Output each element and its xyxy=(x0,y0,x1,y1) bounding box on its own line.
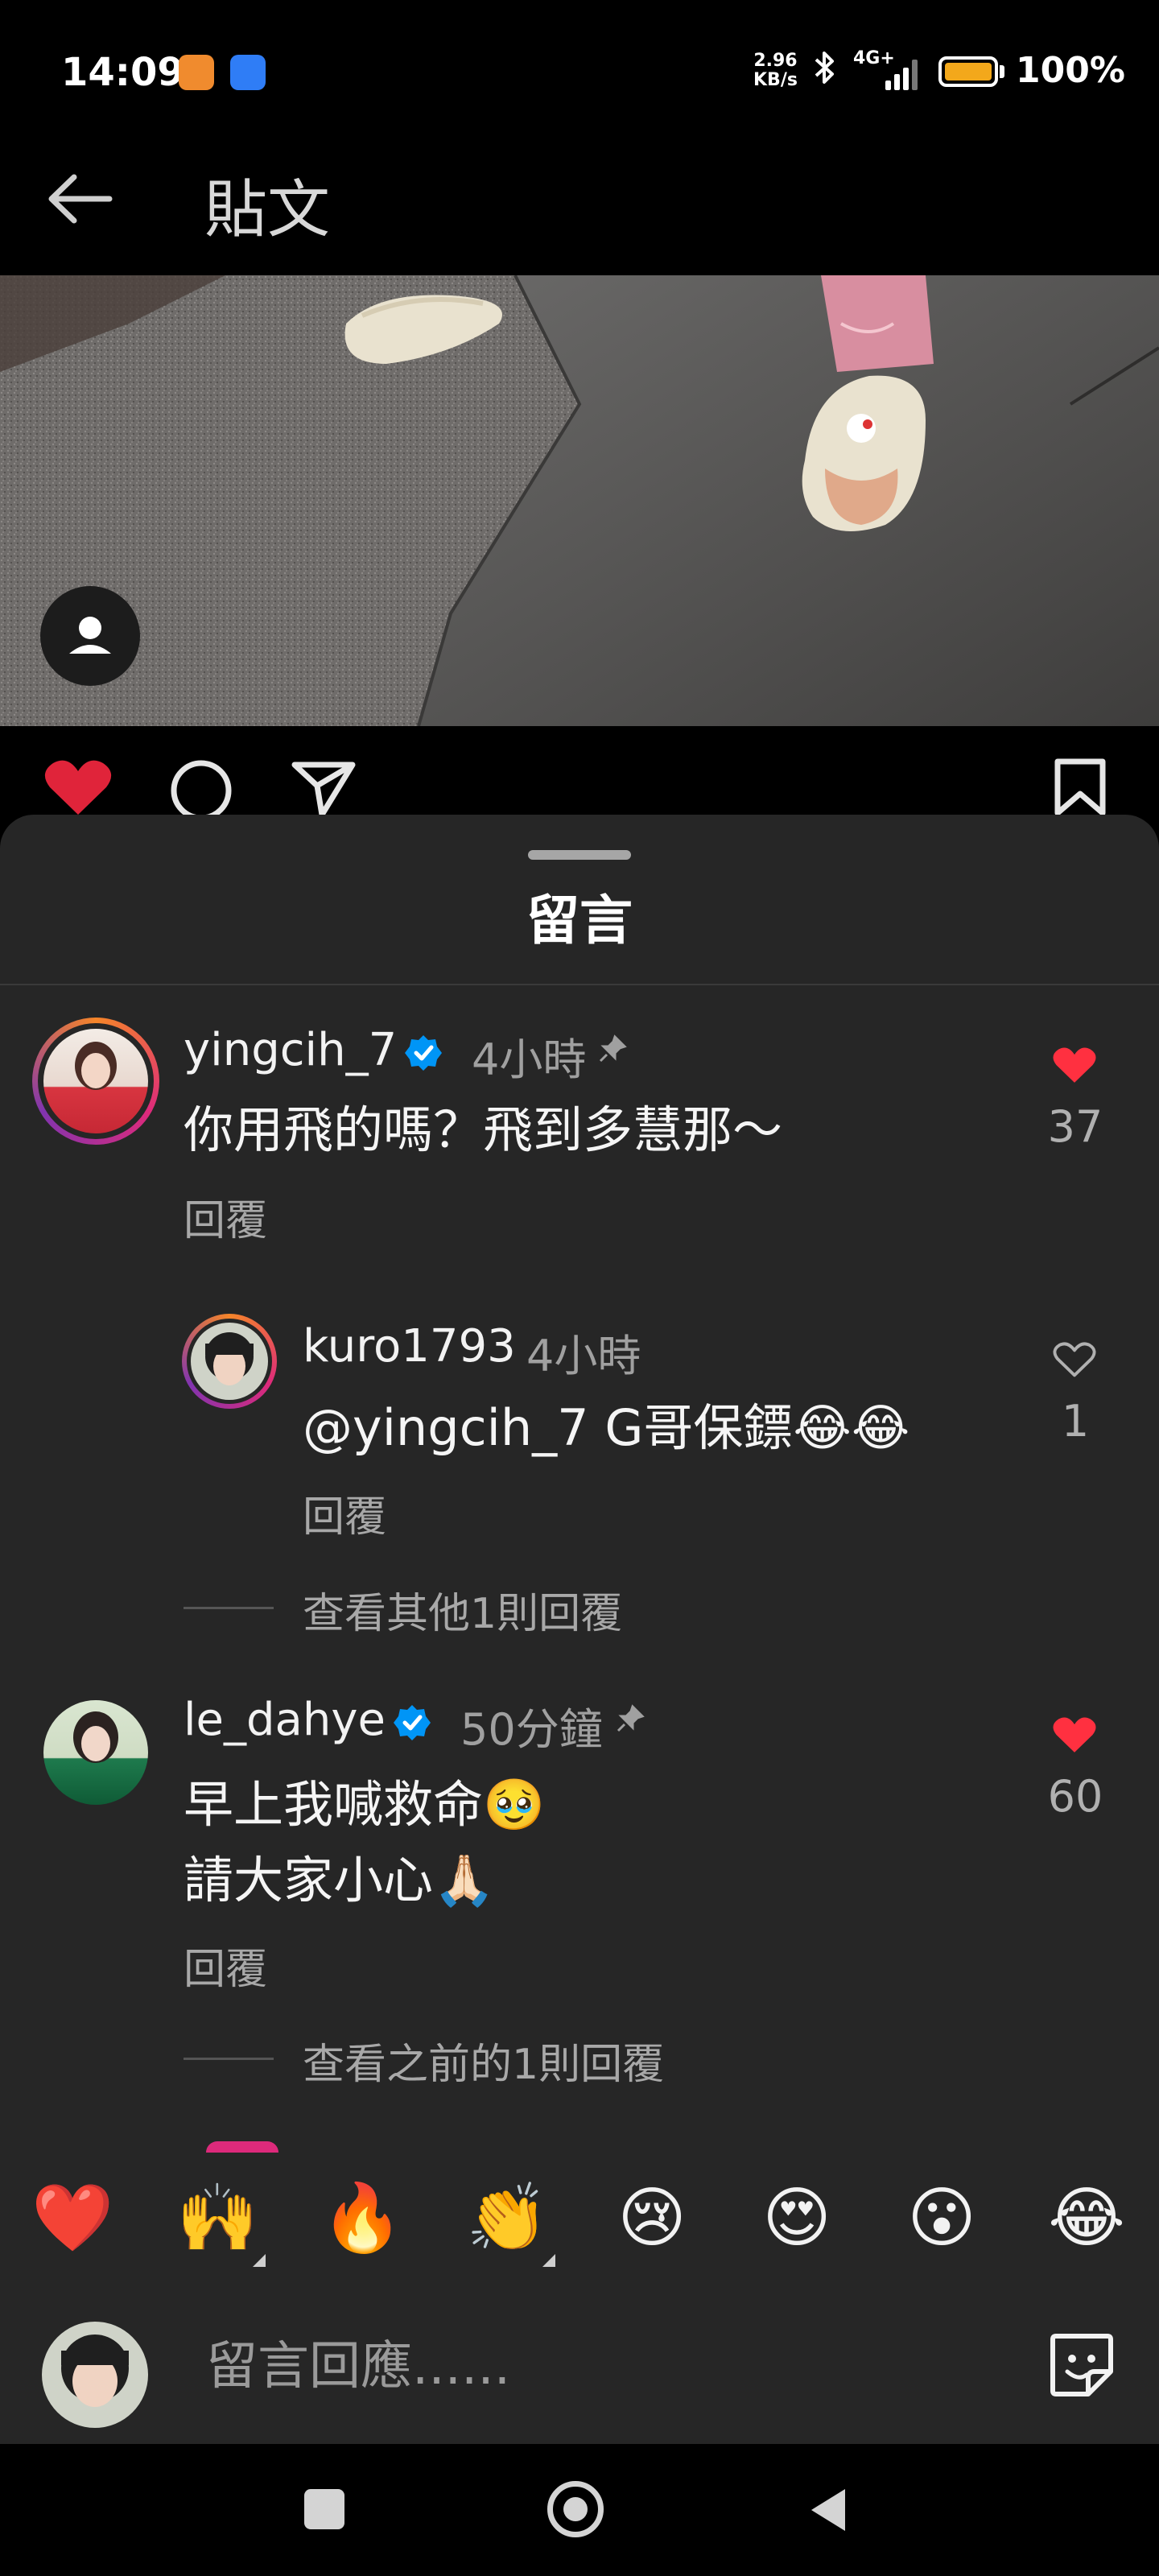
comment-like-heart-icon[interactable] xyxy=(1051,1045,1098,1085)
bookmark-icon[interactable] xyxy=(1051,758,1109,816)
comment-icon[interactable] xyxy=(167,758,235,816)
sheet-drag-handle[interactable] xyxy=(528,850,631,860)
bluetooth-icon xyxy=(813,48,837,96)
emoji-heart[interactable]: ❤️ xyxy=(24,2178,121,2259)
post-action-bar xyxy=(0,726,1159,816)
network-speed: 2.96 KB/s xyxy=(753,52,798,90)
comment-text-line2: 請大家小心🙏🏻 xyxy=(184,1851,496,1909)
weather-notification-icon xyxy=(230,55,266,90)
reply-time: 4小時 xyxy=(526,1331,641,1381)
comment-time: 50分鐘 xyxy=(460,1704,603,1755)
reply-like-count: 1 xyxy=(1061,1396,1090,1447)
battery-fill xyxy=(945,63,992,80)
comment-like-count: 60 xyxy=(1047,1771,1103,1822)
reply-text: @yingcih_7 G哥保鏢😂😂 xyxy=(303,1398,910,1457)
avatar[interactable] xyxy=(43,1700,148,1805)
back-arrow-icon[interactable] xyxy=(45,171,114,227)
emoji-variant-indicator xyxy=(253,2254,266,2267)
emoji-crying[interactable]: 😢 xyxy=(604,2178,700,2259)
comment-like-count: 37 xyxy=(1047,1101,1103,1152)
comment-input[interactable] xyxy=(206,2326,995,2407)
battery-percent: 100% xyxy=(1016,50,1125,91)
sheet-title: 留言 xyxy=(526,890,633,952)
reply-username[interactable]: kuro1793 xyxy=(303,1320,516,1373)
sheet-divider xyxy=(0,984,1159,985)
reply-button[interactable]: 回覆 xyxy=(184,1935,267,1996)
avatar xyxy=(191,1323,268,1400)
avatar-story-ring[interactable] xyxy=(182,1314,277,1409)
my-avatar xyxy=(42,2322,148,2428)
avatar xyxy=(43,1029,148,1133)
comment-text-line1: 早上我喊救命🥹 xyxy=(184,1775,546,1834)
emoji-heart-eyes[interactable]: 😍 xyxy=(749,2178,845,2259)
comment-username[interactable]: yingcih_7 xyxy=(184,1024,397,1076)
view-more-replies-button[interactable]: 查看其他1則回覆 xyxy=(303,1579,622,1640)
comment-like-heart-icon[interactable] xyxy=(1051,1715,1098,1755)
view-previous-replies-button[interactable]: 查看之前的1則回覆 xyxy=(303,2030,664,2091)
comment-text: 你用飛的嗎？飛到多慧那～ xyxy=(184,1100,783,1159)
next-avatar-ring xyxy=(206,2141,278,2153)
emoji-raising-hands[interactable]: 🙌 xyxy=(169,2178,266,2259)
person-tag-icon[interactable] xyxy=(40,586,140,686)
emoji-clapping[interactable]: 👏 xyxy=(459,2178,555,2259)
recent-apps-icon[interactable] xyxy=(304,2489,344,2529)
view-replies-line xyxy=(184,2058,274,2060)
battery-nub xyxy=(1000,65,1004,78)
app-notification-icon xyxy=(179,55,214,90)
pin-icon xyxy=(599,1034,627,1063)
verified-badge-icon xyxy=(405,1035,442,1071)
comment-username[interactable]: le_dahye xyxy=(184,1694,386,1746)
status-time: 14:09 xyxy=(61,50,184,95)
pin-icon xyxy=(617,1704,645,1732)
heart-icon[interactable] xyxy=(42,758,114,816)
post-image[interactable] xyxy=(0,275,1159,726)
emoji-fire[interactable]: 🔥 xyxy=(314,2178,410,2259)
verified-badge-icon xyxy=(394,1705,431,1740)
view-replies-line xyxy=(184,1607,274,1609)
avatar-story-ring[interactable] xyxy=(32,1018,159,1145)
comment-time: 4小時 xyxy=(472,1034,587,1085)
back-nav-icon[interactable] xyxy=(808,2486,848,2534)
app-header xyxy=(0,137,1159,275)
signal-icon xyxy=(885,55,924,90)
battery-icon xyxy=(938,56,998,87)
page-title: 貼文 xyxy=(204,174,331,246)
network-speed-unit: KB/s xyxy=(753,70,798,90)
emoji-surprised[interactable]: 😮 xyxy=(893,2178,990,2259)
network-speed-value: 2.96 xyxy=(753,51,798,71)
reply-button[interactable]: 回覆 xyxy=(303,1483,386,1543)
emoji-variant-indicator xyxy=(542,2254,555,2267)
emoji-laughing[interactable]: 😂 xyxy=(1038,2178,1135,2259)
comment-like-heart-outline-icon[interactable] xyxy=(1051,1340,1098,1380)
reply-button[interactable]: 回覆 xyxy=(184,1187,267,1247)
home-icon[interactable] xyxy=(547,2481,604,2537)
sticker-icon[interactable] xyxy=(1046,2330,1117,2401)
share-icon[interactable] xyxy=(290,758,357,816)
